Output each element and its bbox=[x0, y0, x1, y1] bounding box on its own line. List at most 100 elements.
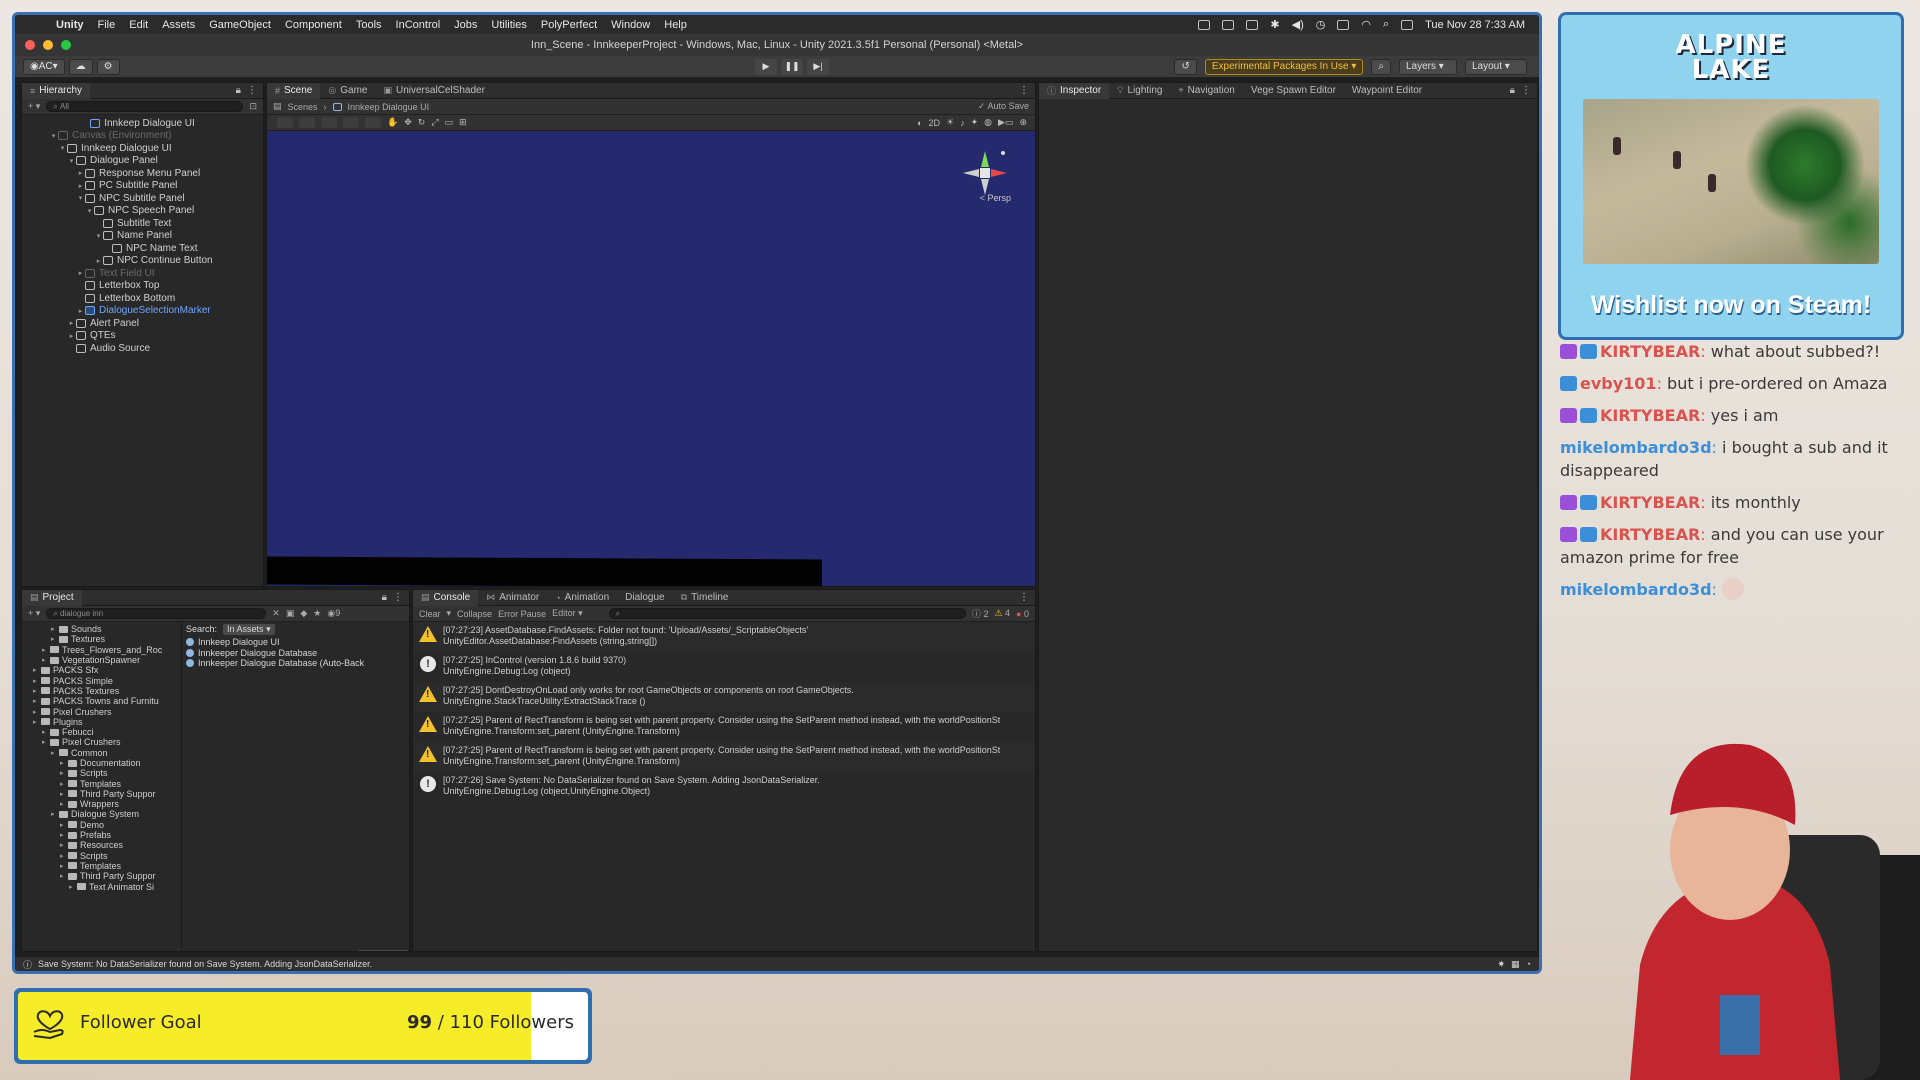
expand-arrow-icon[interactable]: ▸ bbox=[33, 708, 41, 716]
kebab-menu-icon[interactable]: ⋮ bbox=[1521, 85, 1537, 96]
expand-arrow-icon[interactable]: ▾ bbox=[49, 132, 58, 140]
expand-arrow-icon[interactable]: ▸ bbox=[51, 635, 59, 643]
move-tool-icon[interactable]: ✥ bbox=[404, 117, 412, 128]
hidden-packages-icon[interactable]: ◉9 bbox=[327, 608, 340, 619]
clear-button[interactable]: Clear bbox=[419, 609, 441, 619]
clock-status-icon[interactable]: ◷ bbox=[1316, 18, 1326, 31]
tab-timeline[interactable]: ⧉ Timeline bbox=[673, 590, 737, 606]
hierarchy-item[interactable]: ▸ Text Field UI bbox=[22, 267, 263, 280]
expand-arrow-icon[interactable]: ▸ bbox=[76, 307, 85, 315]
hierarchy-item[interactable]: ▾ NPC Speech Panel bbox=[22, 205, 263, 218]
grid-snap-button[interactable] bbox=[321, 117, 337, 128]
expand-arrow-icon[interactable]: ▸ bbox=[67, 332, 76, 340]
menu-edit[interactable]: Edit bbox=[122, 19, 155, 31]
create-asset-button[interactable]: + ▾ bbox=[28, 608, 40, 619]
kebab-menu-icon[interactable]: ⋮ bbox=[393, 592, 409, 603]
2d-toggle[interactable]: 2D bbox=[929, 118, 941, 128]
project-folder[interactable]: ▸ Third Party Suppor bbox=[22, 789, 181, 799]
volume-icon[interactable]: ◀) bbox=[1292, 18, 1304, 31]
hierarchy-item[interactable]: ▸ QTEs bbox=[22, 330, 263, 343]
status-icon-2[interactable] bbox=[1222, 19, 1235, 30]
tab-vege-spawn-editor[interactable]: Vege Spawn Editor bbox=[1243, 83, 1344, 99]
kebab-menu-icon[interactable]: ⋮ bbox=[1019, 85, 1035, 96]
chat-username[interactable]: KIRTYBEAR bbox=[1600, 525, 1700, 544]
expand-arrow-icon[interactable]: ▸ bbox=[33, 677, 41, 685]
expand-arrow-icon[interactable]: ▸ bbox=[76, 182, 85, 190]
chat-username[interactable]: evby101 bbox=[1580, 374, 1657, 393]
projection-label[interactable]: < Persp bbox=[980, 193, 1011, 203]
tab-game[interactable]: ◎ Game bbox=[320, 83, 375, 99]
tab-inspector[interactable]: ⓘ Inspector bbox=[1039, 83, 1110, 99]
hierarchy-item[interactable]: Letterbox Bottom bbox=[22, 292, 263, 305]
draw-mode-button[interactable] bbox=[277, 117, 293, 128]
scale-tool-icon[interactable]: ⤢ bbox=[431, 117, 438, 128]
expand-arrow-icon[interactable]: ▾ bbox=[67, 157, 76, 165]
expand-arrow-icon[interactable]: ▸ bbox=[76, 169, 85, 177]
project-folder[interactable]: ▸ Textures bbox=[22, 634, 181, 644]
close-window-button[interactable] bbox=[25, 40, 35, 50]
menubar-clock[interactable]: Tue Nov 28 7:33 AM bbox=[1425, 19, 1525, 31]
project-folder[interactable]: ▸ Trees_Flowers_and_Roc bbox=[22, 645, 181, 655]
asset-item[interactable]: Innkeep Dialogue UI bbox=[186, 637, 405, 648]
experimental-packages-dropdown[interactable]: Experimental Packages In Use ▾ bbox=[1204, 58, 1364, 75]
add-object-button[interactable]: + ▾ bbox=[28, 101, 40, 112]
hierarchy-item[interactable]: Letterbox Top bbox=[22, 280, 263, 293]
maximize-window-button[interactable] bbox=[61, 40, 71, 50]
console-log-entry[interactable]: [07:27:23] AssetDatabase.FindAssets: Fol… bbox=[413, 622, 1035, 652]
lock-icon[interactable]: 🔒︎ bbox=[236, 85, 247, 96]
lock-icon[interactable]: 🔒︎ bbox=[382, 592, 393, 603]
expand-arrow-icon[interactable]: ▾ bbox=[85, 207, 94, 215]
project-folder[interactable]: ▸ Templates bbox=[22, 861, 181, 871]
hidden-objects-icon[interactable]: ◍ bbox=[984, 117, 992, 128]
menu-gameobject[interactable]: GameObject bbox=[202, 19, 278, 31]
expand-arrow-icon[interactable]: ▸ bbox=[60, 821, 68, 829]
hierarchy-item[interactable]: ▾ Canvas (Environment) bbox=[22, 130, 263, 143]
pause-button[interactable]: ❚❚ bbox=[781, 58, 803, 75]
menu-jobs[interactable]: Jobs bbox=[447, 19, 484, 31]
project-folder[interactable]: ▸ Scripts bbox=[22, 851, 181, 861]
expand-arrow-icon[interactable]: ▸ bbox=[51, 810, 59, 818]
hierarchy-item[interactable]: ▸ NPC Continue Button bbox=[22, 255, 263, 268]
project-folder[interactable]: ▸ Pixel Crushers bbox=[22, 706, 181, 717]
expand-arrow-icon[interactable]: ▾ bbox=[58, 144, 67, 152]
expand-arrow-icon[interactable]: ▾ bbox=[76, 194, 85, 202]
hierarchy-item[interactable]: ▾ Name Panel bbox=[22, 230, 263, 243]
collapse-button[interactable]: Collapse bbox=[457, 609, 492, 619]
autosave-checkbox[interactable]: ✓ Auto Save bbox=[978, 101, 1029, 112]
layers-dropdown[interactable]: Layers ▾ bbox=[1399, 58, 1457, 75]
clear-search-icon[interactable]: ✕ bbox=[272, 608, 280, 619]
rotate-tool-icon[interactable]: ↻ bbox=[418, 117, 426, 128]
expand-arrow-icon[interactable]: ▸ bbox=[76, 269, 85, 277]
expand-arrow-icon[interactable]: ▸ bbox=[33, 666, 41, 674]
play-button[interactable]: ▶ bbox=[755, 58, 777, 75]
expand-arrow-icon[interactable]: ▸ bbox=[60, 800, 68, 808]
hierarchy-item[interactable]: Subtitle Text bbox=[22, 217, 263, 230]
tab-animation[interactable]: ◔ Animation bbox=[547, 590, 617, 606]
expand-arrow-icon[interactable]: ▸ bbox=[42, 646, 50, 654]
collab-settings-button[interactable]: ⚙ bbox=[96, 58, 120, 75]
tab-hierarchy[interactable]: ≡ Hierarchy bbox=[22, 83, 91, 99]
shading-mode-icon[interactable]: ◐ bbox=[917, 118, 922, 128]
prefab-root-header[interactable]: Innkeep Dialogue UI bbox=[22, 117, 263, 130]
tab-scene[interactable]: # Scene bbox=[267, 83, 321, 99]
tab-animator[interactable]: ⋈ Animator bbox=[478, 590, 547, 606]
project-folder[interactable]: ▸ Prefabs bbox=[22, 830, 181, 840]
tab-universal-cel-shader[interactable]: ▣ UniversalCelShader bbox=[375, 83, 492, 99]
project-folder[interactable]: ▸ Sounds bbox=[22, 624, 181, 634]
chevron-down-icon[interactable]: ▾ bbox=[447, 608, 452, 619]
console-log-entry[interactable]: [07:27:25] Parent of RectTransform is be… bbox=[413, 712, 1035, 742]
expand-arrow-icon[interactable]: ▾ bbox=[94, 232, 103, 240]
expand-arrow-icon[interactable]: ▸ bbox=[60, 852, 68, 860]
project-search-input[interactable]: ⌕ dialogue inn bbox=[46, 608, 267, 619]
console-log-entry[interactable]: ! [07:27:26] Save System: No DataSerializ… bbox=[413, 772, 1035, 802]
audio-toggle-icon[interactable]: ♪ bbox=[960, 118, 965, 128]
hierarchy-search-input[interactable]: ⌕ All bbox=[46, 101, 244, 112]
hierarchy-item[interactable]: ▸ DialogueSelectionMarker bbox=[22, 305, 263, 318]
status-icon-3[interactable] bbox=[1246, 19, 1259, 30]
step-button[interactable]: ▶| bbox=[807, 58, 829, 75]
expand-arrow-icon[interactable]: ▸ bbox=[33, 697, 41, 705]
project-folder[interactable]: ▸ Templates bbox=[22, 778, 181, 789]
editor-target-dropdown[interactable]: Editor ▾ bbox=[552, 608, 583, 619]
expand-arrow-icon[interactable]: ▸ bbox=[60, 862, 68, 870]
chat-username[interactable]: KIRTYBEAR bbox=[1600, 406, 1700, 425]
